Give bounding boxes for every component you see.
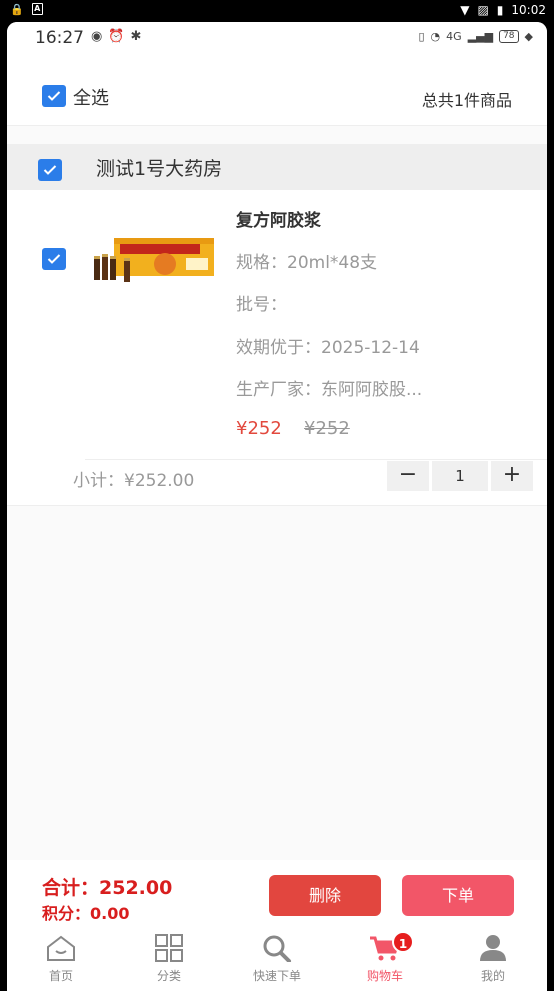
lock-icon: 🔒: [10, 3, 24, 16]
tab-home-label: 首页: [48, 969, 73, 983]
points-total: 积分：0.00: [42, 904, 130, 923]
decrease-quantity-button[interactable]: −: [387, 461, 429, 491]
item-subtotal: 小计：¥252.00: [73, 471, 195, 491]
product-original-price: ¥252: [304, 418, 350, 439]
home-icon: [47, 935, 75, 961]
cart-item: 复方阿胶浆 规格：20ml*48支 批号： 效期优于：2025-12-14 生产…: [7, 190, 547, 506]
tab-mine-label: 我的: [480, 969, 505, 983]
charging-icon: ◆: [524, 30, 533, 43]
eye-icon: ◉: [91, 29, 103, 44]
system-time: 10:02: [511, 3, 546, 17]
grid-icon: [155, 934, 183, 962]
tab-mine[interactable]: 我的: [439, 924, 547, 991]
tab-quick-order-label: 快速下单: [252, 969, 301, 983]
increase-quantity-button[interactable]: +: [491, 461, 533, 491]
wifi-signal-icon: ◔: [430, 30, 441, 43]
select-all-checkbox[interactable]: [42, 85, 66, 107]
quantity-value[interactable]: 1: [432, 461, 488, 491]
vibrate-icon: ▯: [418, 30, 425, 43]
tab-quick-order[interactable]: 快速下单: [223, 924, 331, 991]
quantity-stepper: − 1 +: [387, 461, 533, 491]
store-name: 测试1号大药房: [96, 158, 223, 180]
wifi-icon: ▼: [460, 3, 470, 17]
place-order-button[interactable]: 下单: [402, 875, 514, 916]
product-manufacturer: 生产厂家：东阿阿胶股...: [236, 380, 423, 400]
delete-button[interactable]: 删除: [269, 875, 381, 916]
network-type: 4G: [446, 30, 462, 43]
alarm-icon: ⏰: [108, 29, 125, 44]
no-sim-icon: ▨: [477, 3, 489, 17]
bluetooth-icon: ✱: [130, 29, 142, 44]
product-name[interactable]: 复方阿胶浆: [236, 206, 321, 231]
cart-header: 全选 总共1件商品: [7, 56, 547, 126]
divider: [85, 459, 547, 460]
tab-cart-label: 购物车: [366, 969, 403, 983]
device-status-bar: 16:27 ◉ ⏰ ✱ ▯ ◔ 4G ▂▄▆ 78 ◆: [7, 22, 547, 56]
total-items-label: 总共1件商品: [421, 91, 512, 110]
product-spec: 规格：20ml*48支: [236, 253, 378, 273]
total-sum: 合计：252.00: [42, 877, 173, 899]
system-status-bar: 🔒 A ▼ ▨ ▮ 10:02: [0, 0, 554, 22]
product-batch: 批号：: [236, 295, 287, 315]
select-all-label[interactable]: 全选: [73, 84, 109, 110]
product-image[interactable]: [90, 234, 216, 284]
app-notification-icon: A: [31, 3, 43, 15]
cell-signal-icon: ▂▄▆: [467, 30, 494, 43]
tab-cart[interactable]: 1 购物车: [331, 924, 439, 991]
battery-icon: ▮: [496, 3, 504, 17]
battery-level: 78: [499, 30, 519, 43]
tab-category[interactable]: 分类: [115, 924, 223, 991]
store-header: 测试1号大药房: [7, 144, 547, 190]
tab-category-label: 分类: [156, 969, 181, 983]
product-price: ¥252: [236, 418, 282, 439]
product-expiry: 效期优于：2025-12-14: [236, 338, 420, 358]
checkmark-icon: [47, 91, 61, 101]
store-checkbox[interactable]: [38, 159, 62, 181]
bottom-tab-bar: 首页 分类 快速下单 1 购物车 我的: [7, 924, 547, 991]
item-checkbox[interactable]: [42, 248, 66, 270]
cart-badge: 1: [392, 931, 414, 953]
search-icon: [263, 935, 291, 962]
checkmark-icon: [43, 165, 57, 175]
checkmark-icon: [47, 254, 61, 264]
tab-home[interactable]: 首页: [7, 924, 115, 991]
user-icon: [480, 935, 506, 961]
status-time: 16:27: [35, 28, 84, 48]
app-screen: 16:27 ◉ ⏰ ✱ ▯ ◔ 4G ▂▄▆ 78 ◆ 全选 总共1件商品 测试…: [7, 22, 547, 991]
